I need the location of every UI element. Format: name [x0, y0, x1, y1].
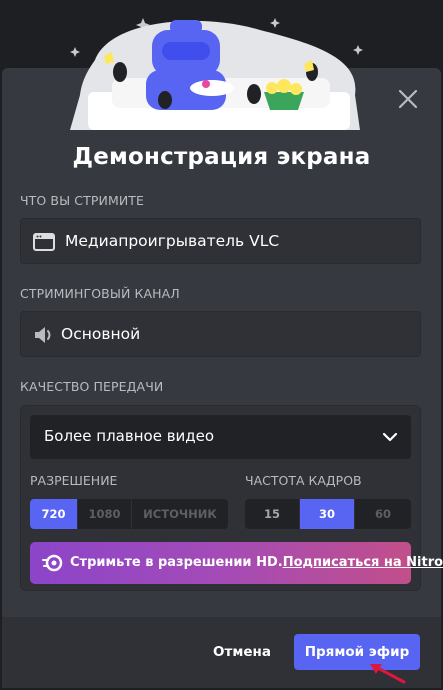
quality-preset-dropdown[interactable]: Более плавное видео: [30, 415, 411, 459]
speaker-icon: [35, 327, 51, 343]
channel-label: СТРИМИНГОВЫЙ КАНАЛ: [20, 286, 180, 301]
header-illustration: [70, 18, 363, 130]
annotation-arrow-icon: [370, 664, 406, 684]
nitro-subscribe-link[interactable]: Подписаться на Nitro: [283, 555, 443, 570]
dialog-title: Демонстрация экрана: [72, 144, 371, 170]
framerate-option-15[interactable]: 15: [245, 499, 300, 529]
framerate-label: ЧАСТОТА КАДРОВ: [245, 473, 362, 488]
framerate-selector: 15 30 60: [245, 499, 411, 529]
source-value: Медиапроигрыватель VLC: [65, 232, 280, 250]
framerate-option-30[interactable]: 30: [300, 499, 355, 529]
chevron-down-icon: [382, 432, 398, 442]
cancel-button[interactable]: Отмена: [204, 634, 280, 670]
resolution-selector: 720 1080 ИСТОЧНИК: [30, 499, 228, 529]
quality-label: КАЧЕСТВО ПЕРЕДАЧИ: [20, 379, 164, 394]
source-label: ЧТО ВЫ СТРИМИТЕ: [20, 193, 145, 208]
resolution-option-source[interactable]: ИСТОЧНИК: [132, 499, 228, 529]
nitro-upsell-banner: Стримьте в разрешении HD.Подписаться на …: [30, 542, 443, 584]
channel-select[interactable]: Основной: [20, 311, 421, 357]
resolution-label: РАЗРЕШЕНИЕ: [30, 473, 118, 488]
framerate-option-60[interactable]: 60: [355, 499, 411, 529]
quality-preset-value: Более плавное видео: [44, 427, 215, 445]
resolution-option-1080[interactable]: 1080: [78, 499, 132, 529]
nitro-icon: [42, 554, 63, 572]
close-icon[interactable]: [395, 86, 421, 112]
window-icon: [33, 233, 55, 251]
nitro-text: Стримьте в разрешении HD.Подписаться на …: [70, 555, 443, 570]
resolution-option-720[interactable]: 720: [30, 499, 78, 529]
nitro-message: Стримьте в разрешении HD.: [70, 555, 283, 570]
channel-value: Основной: [61, 325, 141, 343]
source-select[interactable]: Медиапроигрыватель VLC: [20, 218, 421, 264]
